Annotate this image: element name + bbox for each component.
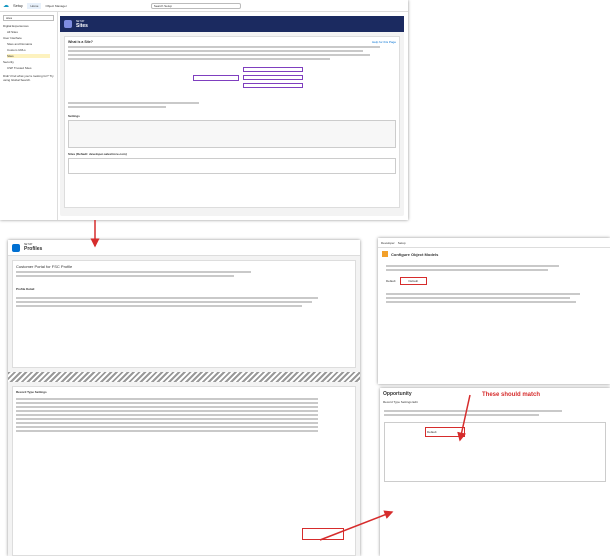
annotation-arrows xyxy=(90,220,471,541)
arrow-match xyxy=(457,394,471,442)
arrow-profile-to-record xyxy=(319,510,394,541)
